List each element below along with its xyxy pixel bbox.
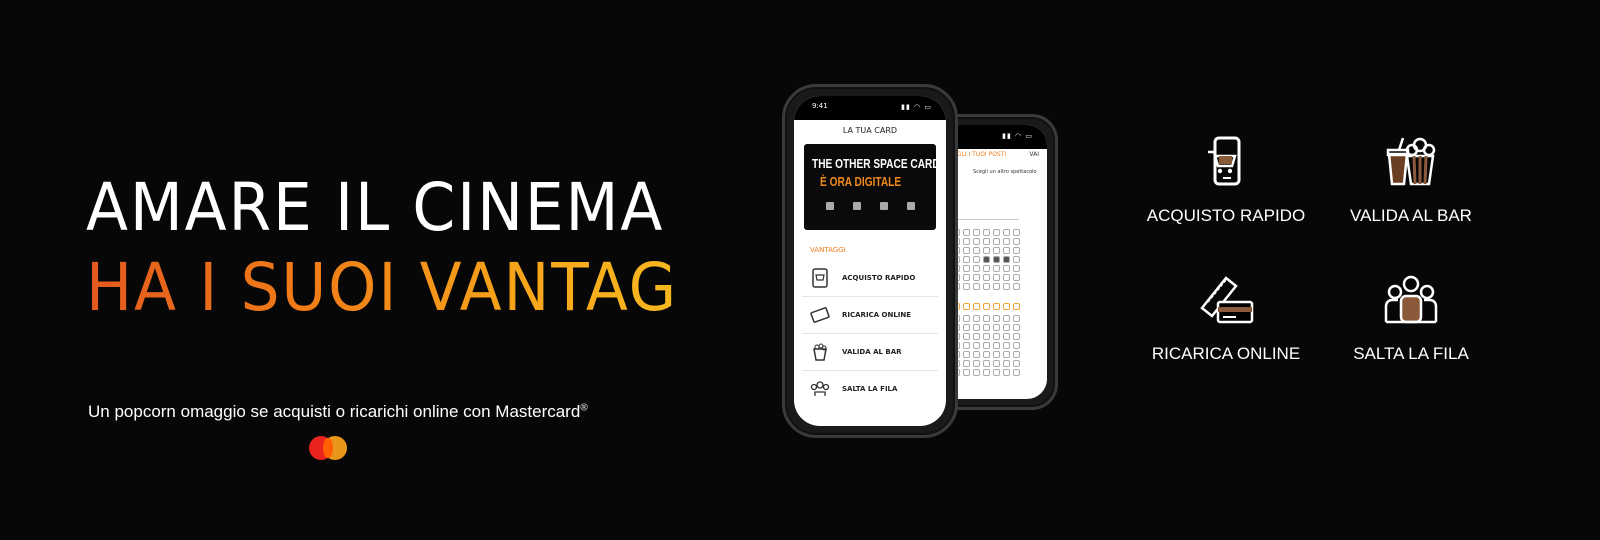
list-item[interactable]: VALIDA AL BAR — [802, 334, 938, 371]
status-time: 9:41 — [812, 102, 828, 110]
registered-mark: ® — [580, 402, 588, 414]
feature-label: ACQUISTO RAPIDO — [1146, 206, 1306, 225]
ticket-card-icon — [1196, 272, 1256, 332]
people-icon — [1381, 272, 1441, 332]
list-item[interactable]: ACQUISTO RAPIDO — [802, 260, 938, 297]
feature-acquisto-rapido: ACQUISTO RAPIDO — [1141, 134, 1311, 226]
promo-text: Un popcorn omaggio se acquisti o ricaric… — [88, 402, 588, 422]
list-item[interactable]: SALTA LA FILA — [802, 371, 938, 407]
list-item[interactable]: RICARICA ONLINE — [802, 297, 938, 334]
benefits-list: ACQUISTO RAPIDO RICARICA ONLINE VALIDA A… — [802, 260, 938, 407]
go-button[interactable]: VAI — [1029, 151, 1039, 158]
list-item-label: SALTA LA FILA — [842, 385, 898, 393]
feature-valida-al-bar: VALIDA AL BAR — [1326, 134, 1496, 226]
feature-salta-la-fila: SALTA LA FILA — [1326, 272, 1496, 364]
headline-line2: HA I SUOI VANTAGGI — [86, 249, 748, 326]
feature-label: RICARICA ONLINE — [1151, 344, 1301, 363]
card-line2: È ORA DIGITALE — [820, 174, 902, 189]
popcorn-icon — [810, 342, 830, 362]
headline-line1: AMARE IL CINEMA — [86, 169, 665, 246]
status-bar: 9:41 ▮▮ ◠ ▭ — [794, 96, 946, 120]
promo-label: Un popcorn omaggio se acquisti o ricaric… — [88, 402, 581, 421]
feature-label: VALIDA AL BAR — [1350, 206, 1472, 225]
card-icons — [816, 202, 924, 210]
card-line1: THE OTHER SPACE CARD — [812, 156, 940, 171]
phone-your-card: 9:41 ▮▮ ◠ ▭ LA TUA CARD THE OTHER SPACE … — [782, 84, 958, 438]
list-item-label: ACQUISTO RAPIDO — [842, 274, 916, 282]
people-icon — [810, 379, 830, 399]
ticket-card-icon — [810, 305, 830, 325]
space-card[interactable]: THE OTHER SPACE CARD È ORA DIGITALE — [804, 144, 940, 230]
feature-ricarica-online: RICARICA ONLINE — [1141, 272, 1311, 364]
mastercard-logo — [309, 436, 349, 460]
list-item-label: VALIDA AL BAR — [842, 348, 902, 356]
list-item-label: RICARICA ONLINE — [842, 311, 912, 319]
popcorn-drink-icon — [1381, 134, 1441, 194]
phone-cart-icon — [810, 268, 830, 288]
phone-cart-icon — [1196, 134, 1256, 194]
card-screen-title: LA TUA CARD — [842, 126, 898, 135]
benefits-heading: VANTAGGI — [810, 246, 846, 254]
feature-label: SALTA LA FILA — [1353, 344, 1469, 363]
change-show-link[interactable]: Scegli un altro spettacolo — [973, 169, 1037, 175]
headline: AMARE IL CINEMA HA I SUOI VANTAGGI — [86, 168, 748, 328]
